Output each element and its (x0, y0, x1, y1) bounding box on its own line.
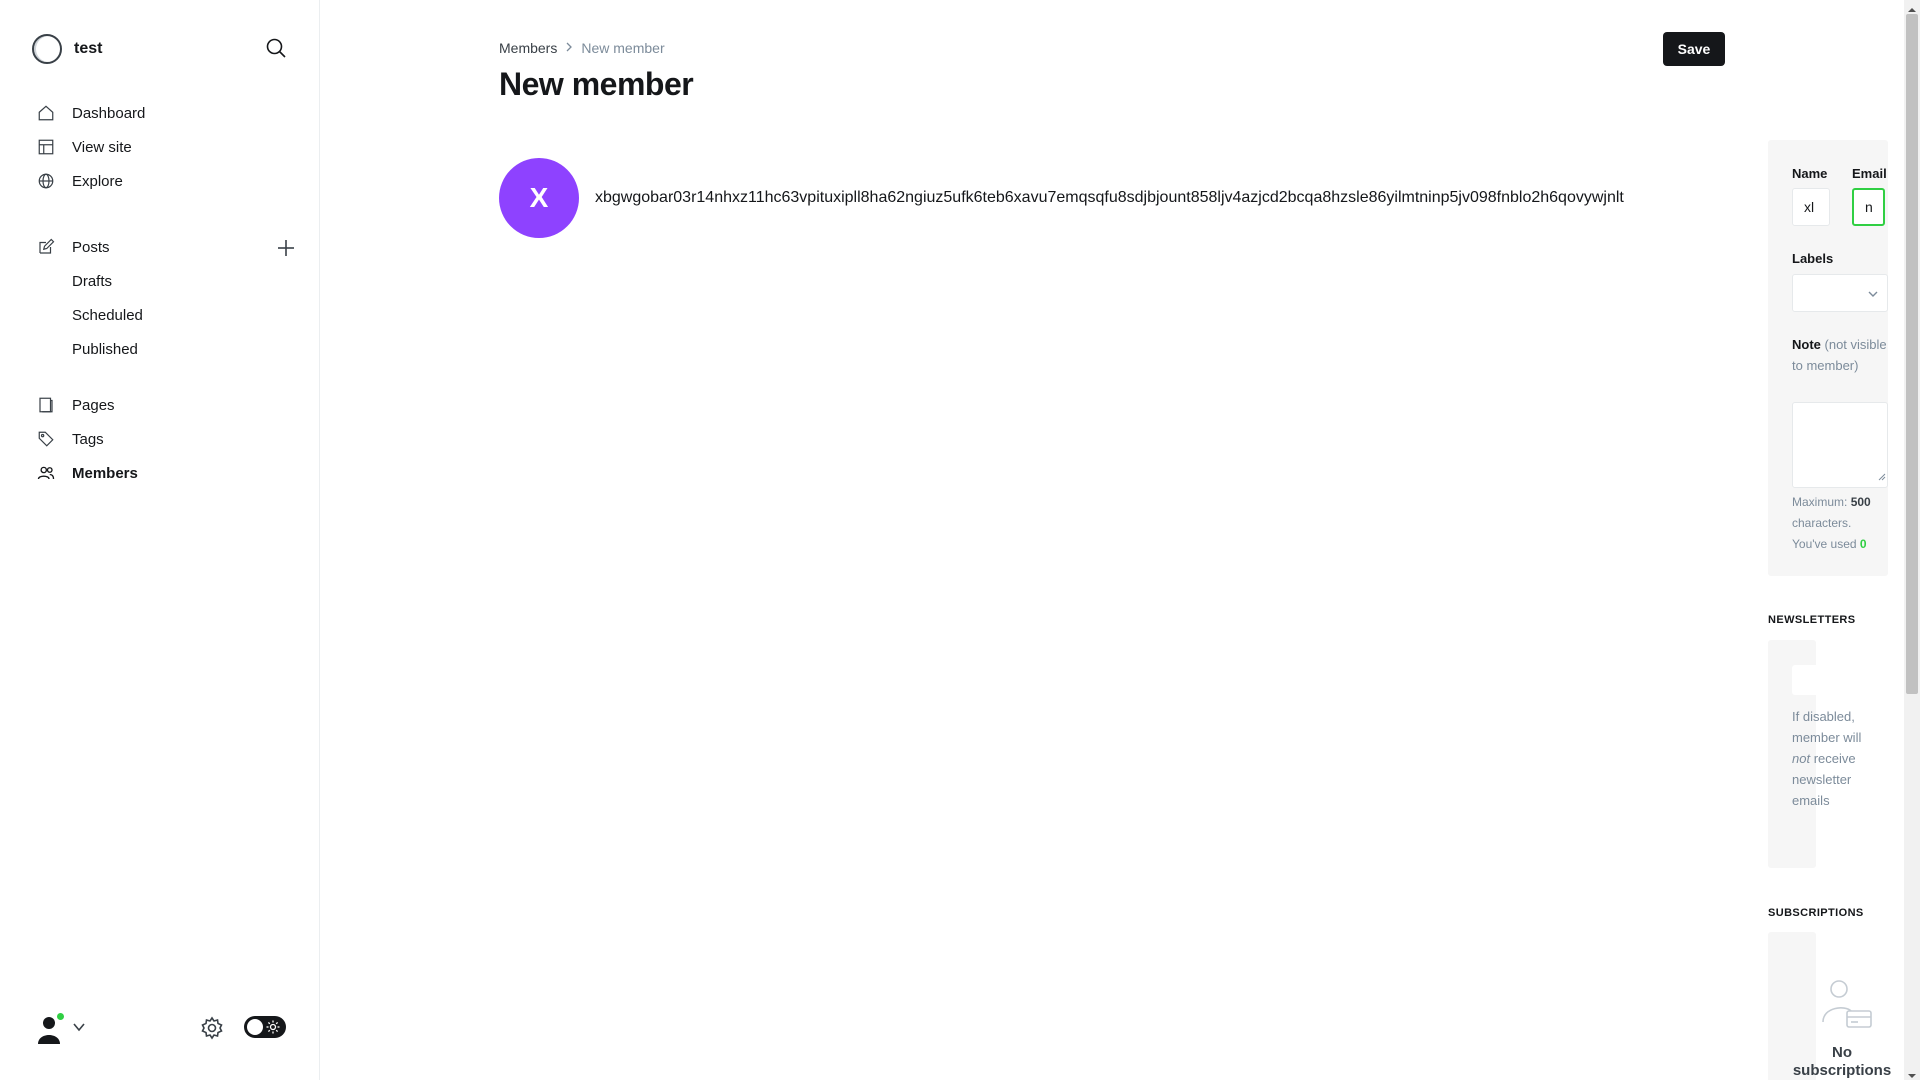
nav-label-tags: Tags (72, 430, 104, 448)
name-value: xl (1804, 199, 1815, 215)
newsletter-hint-before: If disabled, member will (1792, 709, 1862, 745)
member-header: X xbgwgobar03r14nhxz11hc63vpituxipll8ha6… (499, 158, 1624, 238)
name-field[interactable]: xl (1792, 188, 1830, 226)
email-field[interactable]: n (1852, 188, 1885, 226)
layout-icon (36, 137, 56, 157)
nav-item-posts[interactable]: Posts (36, 230, 296, 264)
sidebar: test Dashboard View site Explore Posts D… (0, 0, 320, 1080)
chevron-down-icon (1867, 287, 1879, 305)
page-title: New member (499, 66, 694, 102)
email-label: Email (1852, 166, 1887, 181)
newsletter-hint-em: not (1792, 751, 1811, 766)
resize-handle-icon[interactable] (1878, 468, 1886, 486)
note-label: Note (not visible to member) (1792, 334, 1888, 376)
newsletter-hint: If disabled, member will not receive new… (1792, 706, 1866, 811)
main-nav: Dashboard View site Explore (36, 96, 296, 198)
posts-nav: Posts Drafts Scheduled Published (36, 230, 296, 366)
labels-select[interactable] (1792, 274, 1888, 312)
labels-label: Labels (1792, 251, 1834, 266)
nav-item-dashboard[interactable]: Dashboard (36, 96, 296, 130)
nav-label-scheduled: Scheduled (72, 306, 143, 324)
member-avatar: X (499, 158, 579, 238)
sidebar-footer (36, 1012, 288, 1044)
chevron-down-icon[interactable] (72, 1020, 86, 1039)
edit-icon (36, 237, 56, 257)
member-details-panel: Name xl Email n Labels Note (not visible… (1768, 140, 1888, 576)
nav-label-explore: Explore (72, 172, 123, 190)
site-name: test (74, 40, 103, 57)
note-char-hint: Maximum: 500 characters. You've used 0 (1792, 492, 1888, 555)
nav-item-view-site[interactable]: View site (36, 130, 296, 164)
nav-item-drafts[interactable]: Drafts (36, 264, 296, 298)
online-status-dot (56, 1012, 65, 1021)
nav-item-scheduled[interactable]: Scheduled (36, 298, 296, 332)
scrollbar-thumb[interactable] (1906, 14, 1918, 694)
subscriptions-title: SUBSCRIPTIONS (1768, 907, 1864, 919)
no-subscriptions-text: No subscriptions (1792, 1044, 1892, 1079)
nav-item-tags[interactable]: Tags (36, 422, 296, 456)
add-post-icon[interactable] (276, 238, 296, 258)
scroll-down-icon[interactable] (1907, 1068, 1917, 1078)
nav-item-explore[interactable]: Explore (36, 164, 296, 198)
content-nav: Pages Tags Members (36, 388, 296, 490)
user-avatar[interactable] (36, 1012, 68, 1044)
chevron-right-icon (565, 41, 573, 55)
nav-label-published: Published (72, 340, 138, 358)
name-label: Name (1792, 166, 1828, 181)
newsletters-title: NEWSLETTERS (1768, 614, 1856, 626)
sun-icon (266, 1020, 280, 1034)
nav-label-view-site: View site (72, 138, 132, 156)
note-title: Note (1792, 337, 1821, 352)
newsletter-toggle-box[interactable] (1792, 665, 1856, 695)
search-icon[interactable] (264, 36, 288, 60)
site-brand[interactable]: test (32, 34, 102, 64)
nav-item-members[interactable]: Members (36, 456, 296, 490)
max-value: 500 (1850, 495, 1871, 509)
gear-icon[interactable] (200, 1016, 224, 1040)
save-button[interactable]: Save (1663, 32, 1725, 66)
no-subscription-icon (1820, 978, 1872, 1030)
note-textarea[interactable] (1792, 402, 1888, 488)
nav-label-drafts: Drafts (72, 272, 113, 290)
globe-icon (36, 171, 56, 191)
nav-label-pages: Pages (72, 396, 115, 414)
site-logo (32, 34, 62, 64)
used-count: 0 (1859, 537, 1867, 551)
nav-label-posts: Posts (72, 238, 110, 256)
breadcrumb: Members New member (499, 40, 665, 56)
nav-item-published[interactable]: Published (36, 332, 296, 366)
breadcrumb-members-link[interactable]: Members (499, 40, 557, 56)
toggle-knob (247, 1019, 263, 1035)
nav-label-members: Members (72, 464, 138, 482)
nav-label-dashboard: Dashboard (72, 104, 146, 122)
max-text: Maximum: (1792, 495, 1848, 509)
chars-text: characters. You've used (1792, 516, 1857, 551)
members-icon (36, 463, 56, 483)
tag-icon (36, 429, 56, 449)
nav-item-pages[interactable]: Pages (36, 388, 296, 422)
email-value: n (1865, 199, 1873, 215)
theme-toggle[interactable] (244, 1016, 286, 1038)
scroll-up-icon[interactable] (1907, 2, 1917, 12)
breadcrumb-current: New member (581, 40, 665, 56)
page-icon (36, 395, 56, 415)
member-name: xbgwgobar03r14nhxz11hc63vpituxipll8ha62n… (595, 189, 1624, 206)
home-icon (36, 103, 56, 123)
